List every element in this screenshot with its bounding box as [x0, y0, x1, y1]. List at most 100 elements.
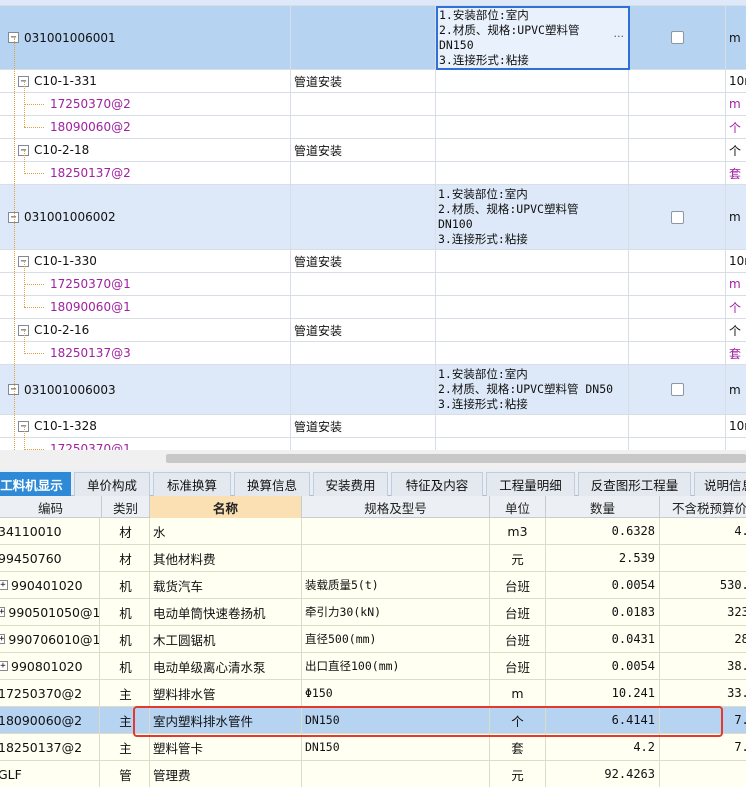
cell-spec[interactable] — [302, 545, 490, 571]
bill-item-row[interactable]: −031001006003 1.安装部位:室内 2.材质、规格:UPVC塑料管 DN… — [0, 365, 746, 415]
row-checkbox[interactable] — [670, 210, 684, 224]
cell-name[interactable]: 其他材料费 — [150, 545, 302, 571]
tab-3[interactable]: 换算信息 — [234, 472, 310, 496]
quota-row[interactable]: − C10-2-18 管道安装 个 — [0, 139, 746, 162]
cell-quantity[interactable]: 0.0431 — [546, 626, 660, 652]
cell-quantity[interactable]: 0.6328 — [546, 518, 660, 544]
header-price[interactable]: 不含税预算价 — [660, 496, 746, 518]
cell-unit: 台班 — [490, 572, 546, 598]
tree-connector — [24, 284, 44, 285]
cell-name[interactable]: 电动单级离心清水泵 — [150, 653, 302, 679]
header-quantity[interactable]: 数量 — [546, 496, 660, 518]
bill-item-row[interactable]: −031001006002 1.安装部位:室内 2.材质、规格:UPVC塑料管 DN1… — [0, 185, 746, 250]
feature-cell-editor[interactable]: 1.安装部位:室内 2.材质、规格:UPVC塑料管 DN150 3.连接形式:粘接 ··… — [436, 6, 630, 70]
tab-8[interactable]: 说明信息 — [694, 472, 746, 496]
cell-quantity[interactable]: 92.4263 — [546, 761, 660, 787]
expand-icon[interactable]: + — [0, 661, 8, 671]
detail-row[interactable]: +990501050@1机电动单筒快速卷扬机牵引力30(kN)台班0.0183 3… — [0, 599, 746, 626]
header-name[interactable]: 名称 — [150, 496, 302, 518]
cell-quantity[interactable]: 2.539 — [546, 545, 660, 571]
detail-row[interactable]: 18090060@2 主室内塑料排水管件DN150个6.4141 7.4 — [0, 707, 746, 734]
expand-icon[interactable]: + — [0, 580, 8, 590]
cell-name[interactable]: 管理费 — [150, 761, 302, 787]
tab-5[interactable]: 特征及内容 — [391, 472, 483, 496]
header-unit[interactable]: 单位 — [490, 496, 546, 518]
cell-spec[interactable]: 牵引力30(kN) — [302, 599, 490, 625]
more-button[interactable]: ··· — [614, 30, 625, 43]
material-row[interactable]: 17250370@1 m — [0, 273, 746, 296]
cell-name[interactable]: 塑料管卡 — [150, 734, 302, 760]
detail-row[interactable]: 99450760 材其他材料费 元 2.539 — [0, 545, 746, 572]
bill-item-tree-grid[interactable]: −0310010060011.安装部位:室内2.材质、规格:UPVC塑料管DN1… — [0, 0, 746, 450]
material-row[interactable]: 18250137@3 套 — [0, 342, 746, 365]
feature-description-cell[interactable]: 1.安装部位:室内 2.材质、规格:UPVC塑料管 DN100 3.连接形式:粘接 — [436, 185, 629, 249]
expand-icon[interactable]: + — [0, 607, 6, 617]
cell-quantity[interactable]: 6.4141 — [546, 707, 660, 733]
cell-spec[interactable]: Φ150 — [302, 680, 490, 706]
scrollbar-thumb[interactable] — [166, 454, 746, 463]
material-row[interactable]: 18250137@2 套 — [0, 162, 746, 185]
tab-0[interactable]: 工料机显示 — [0, 472, 71, 496]
row-checkbox[interactable] — [670, 383, 684, 396]
cell-quantity[interactable]: 0.0054 — [546, 653, 660, 679]
cell-name[interactable]: 塑料排水管 — [150, 680, 302, 706]
quota-row[interactable]: −C10-1-331管道安装 10m — [0, 70, 746, 93]
expand-icon[interactable]: + — [0, 634, 6, 644]
detail-row[interactable]: +990706010@1机木工圆锯机直径500(mm)台班0.0431 28. — [0, 626, 746, 653]
tab-2[interactable]: 标准换算 — [153, 472, 231, 496]
cell-spec[interactable]: 出口直径100(mm) — [302, 653, 490, 679]
detail-row[interactable]: +990801020 机电动单级离心清水泵 出口直径100(mm) 台班 0.0054 3… — [0, 653, 746, 680]
cell-spec[interactable]: DN150 — [302, 707, 490, 733]
bill-item-row[interactable]: −031001006001 1.安装部位:室内2.材质、规格:UPVC塑料管DN1… — [0, 6, 746, 70]
material-row[interactable]: 17250370@1 — [0, 438, 746, 450]
tree-code: 17250370@1 — [50, 442, 131, 450]
cell-unit: 台班 — [490, 599, 546, 625]
material-row[interactable]: 18090060@1 个 — [0, 296, 746, 319]
quota-row[interactable]: − C10-2-16 管道安装 个 — [0, 319, 746, 342]
material-row[interactable]: 17250370@2 m — [0, 93, 746, 116]
cell-spec[interactable] — [302, 761, 490, 787]
tree-code-cell: − C10-1-328 — [0, 415, 291, 437]
tab-1[interactable]: 单价构成 — [74, 472, 150, 496]
tab-4[interactable]: 安装费用 — [313, 472, 388, 496]
tab-6[interactable]: 工程量明细 — [486, 472, 575, 496]
header-code[interactable]: 编码 — [0, 496, 102, 518]
cell-name[interactable]: 室内塑料排水管件 — [150, 707, 302, 733]
feature-description-cell — [436, 273, 629, 295]
cell-quantity[interactable]: 10.241 — [546, 680, 660, 706]
quota-row[interactable]: −C10-1-328管道安装 10m — [0, 415, 746, 438]
horizontal-scrollbar[interactable] — [0, 450, 746, 470]
cell-spec[interactable]: DN150 — [302, 734, 490, 760]
quota-row[interactable]: −C10-1-330管道安装 10m — [0, 250, 746, 273]
detail-row[interactable]: 18250137@2 主塑料管卡DN150套4.2 7.4 — [0, 734, 746, 761]
cell-name[interactable]: 水 — [150, 518, 302, 544]
cell-spec[interactable] — [302, 518, 490, 544]
row-checkbox[interactable] — [670, 31, 684, 44]
detail-row[interactable]: 34110010 材水 m30.6328 4.5 — [0, 518, 746, 545]
tree-unit: m — [729, 97, 741, 111]
cell-name[interactable]: 木工圆锯机 — [150, 626, 302, 652]
feature-description-cell — [436, 93, 629, 115]
cell-quantity[interactable]: 0.0183 — [546, 599, 660, 625]
cell-name[interactable]: 电动单筒快速卷扬机 — [150, 599, 302, 625]
cell-name[interactable]: 载货汽车 — [150, 572, 302, 598]
detail-row[interactable]: GLF 管管理费 元 92.4263 — [0, 761, 746, 787]
cell-price — [660, 761, 746, 787]
detail-row[interactable]: +990401020机载货汽车装载质量5(t)台班0.0054530.5 — [0, 572, 746, 599]
cell-quantity[interactable]: 0.0054 — [546, 572, 660, 598]
feature-description-cell[interactable]: 1.安装部位:室内 2.材质、规格:UPVC塑料管 DN50 3.连接形式:粘接 — [436, 365, 629, 414]
material-row[interactable]: 18090060@2 个 — [0, 116, 746, 139]
cell-quantity[interactable]: 4.2 — [546, 734, 660, 760]
header-spec[interactable]: 规格及型号 — [302, 496, 490, 518]
cell-spec[interactable]: 装载质量5(t) — [302, 572, 490, 598]
header-type[interactable]: 类别 — [102, 496, 150, 518]
tree-code-cell: −031001006002 — [0, 185, 291, 249]
labor-material-machine-grid[interactable]: 编码 类别 名称 规格及型号 单位 数量 不含税预算价 34110010 材水 m3… — [0, 496, 746, 787]
tab-7[interactable]: 反查图形工程量 — [578, 472, 691, 496]
detail-row[interactable]: 17250370@2 主塑料排水管Φ150m10.241 33.8 — [0, 680, 746, 707]
cell-spec[interactable]: 直径500(mm) — [302, 626, 490, 652]
code-text: 18090060@2 — [0, 712, 83, 728]
checkbox-cell — [629, 296, 726, 318]
tree-unit — [726, 438, 746, 450]
detail-grid-header: 编码 类别 名称 规格及型号 单位 数量 不含税预算价 — [0, 496, 746, 518]
